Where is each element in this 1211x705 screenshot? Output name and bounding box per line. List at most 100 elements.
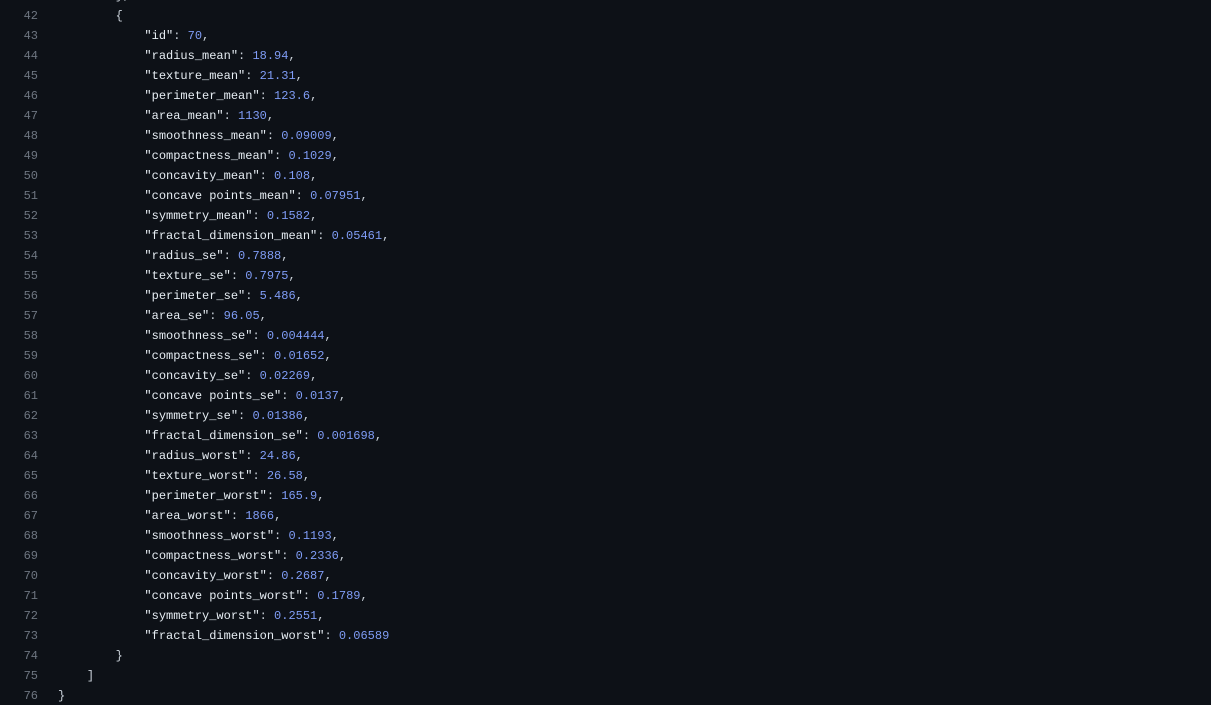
code-line[interactable]: 64 "radius_worst": 24.86, bbox=[0, 446, 1211, 466]
json-key: "radius_worst" bbox=[144, 449, 246, 463]
code-line[interactable]: 53 "fractal_dimension_mean": 0.05461, bbox=[0, 226, 1211, 246]
line-content: "fractal_dimension_worst": 0.06589 bbox=[38, 626, 389, 646]
code-line[interactable]: 74 } bbox=[0, 646, 1211, 666]
line-content: "concavity_se": 0.02269, bbox=[38, 366, 317, 386]
code-line[interactable]: 61 "concave points_se": 0.0137, bbox=[0, 386, 1211, 406]
bracket: } bbox=[115, 649, 123, 663]
code-line[interactable]: 48 "smoothness_mean": 0.09009, bbox=[0, 126, 1211, 146]
colon: : bbox=[302, 589, 318, 603]
json-key: "smoothness_mean" bbox=[144, 129, 267, 143]
line-content: "smoothness_mean": 0.09009, bbox=[38, 126, 338, 146]
code-line[interactable]: 60 "concavity_se": 0.02269, bbox=[0, 366, 1211, 386]
code-line[interactable]: 43 "id": 70, bbox=[0, 26, 1211, 46]
code-line[interactable]: 49 "compactness_mean": 0.1029, bbox=[0, 146, 1211, 166]
code-line[interactable]: 72 "symmetry_worst": 0.2551, bbox=[0, 606, 1211, 626]
colon: : bbox=[295, 189, 311, 203]
code-line[interactable]: 47 "area_mean": 1130, bbox=[0, 106, 1211, 126]
code-line[interactable]: 56 "perimeter_se": 5.486, bbox=[0, 286, 1211, 306]
json-number: 0.02269 bbox=[259, 369, 311, 383]
code-line[interactable]: 76} bbox=[0, 686, 1211, 705]
code-line[interactable]: 68 "smoothness_worst": 0.1193, bbox=[0, 526, 1211, 546]
code-editor[interactable]: 41 },42 {43 "id": 70,44 "radius_mean": 1… bbox=[0, 0, 1211, 705]
colon: : bbox=[238, 409, 253, 423]
json-key: "id" bbox=[144, 29, 174, 43]
json-number: 0.09009 bbox=[281, 129, 332, 143]
json-key: "compactness_mean" bbox=[144, 149, 275, 163]
code-line[interactable]: 55 "texture_se": 0.7975, bbox=[0, 266, 1211, 286]
line-number: 52 bbox=[23, 209, 38, 223]
colon: : bbox=[281, 389, 296, 403]
line-content: { bbox=[38, 6, 123, 26]
line-content: "radius_worst": 24.86, bbox=[38, 446, 302, 466]
code-line[interactable]: 52 "symmetry_mean": 0.1582, bbox=[0, 206, 1211, 226]
code-line[interactable]: 50 "concavity_mean": 0.108, bbox=[0, 166, 1211, 186]
json-key: "texture_se" bbox=[144, 269, 231, 283]
json-number: 165.9 bbox=[281, 489, 318, 503]
code-line[interactable]: 42 { bbox=[0, 6, 1211, 26]
code-line[interactable]: 51 "concave points_mean": 0.07951, bbox=[0, 186, 1211, 206]
json-key: "compactness_worst" bbox=[144, 549, 282, 563]
colon: : bbox=[252, 209, 267, 223]
code-line[interactable]: 57 "area_se": 96.05, bbox=[0, 306, 1211, 326]
punctuation: , bbox=[317, 489, 325, 503]
code-line[interactable]: 62 "symmetry_se": 0.01386, bbox=[0, 406, 1211, 426]
line-number: 71 bbox=[23, 589, 38, 603]
json-number: 0.001698 bbox=[317, 429, 375, 443]
code-line[interactable]: 66 "perimeter_worst": 165.9, bbox=[0, 486, 1211, 506]
json-number: 0.01652 bbox=[274, 349, 325, 363]
code-line[interactable]: 58 "smoothness_se": 0.004444, bbox=[0, 326, 1211, 346]
code-line[interactable]: 44 "radius_mean": 18.94, bbox=[0, 46, 1211, 66]
code-line[interactable]: 73 "fractal_dimension_worst": 0.06589 bbox=[0, 626, 1211, 646]
code-line[interactable]: 54 "radius_se": 0.7888, bbox=[0, 246, 1211, 266]
bracket: ] bbox=[86, 669, 95, 683]
punctuation: , bbox=[324, 349, 332, 363]
line-number: 50 bbox=[23, 169, 38, 183]
code-line[interactable]: 63 "fractal_dimension_se": 0.001698, bbox=[0, 426, 1211, 446]
code-line[interactable]: 45 "texture_mean": 21.31, bbox=[0, 66, 1211, 86]
code-line[interactable]: 65 "texture_worst": 26.58, bbox=[0, 466, 1211, 486]
code-line[interactable]: 67 "area_worst": 1866, bbox=[0, 506, 1211, 526]
punctuation: , bbox=[281, 249, 289, 263]
line-number: 42 bbox=[23, 9, 38, 23]
line-number: 48 bbox=[23, 129, 38, 143]
code-line[interactable]: 70 "concavity_worst": 0.2687, bbox=[0, 566, 1211, 586]
colon: : bbox=[281, 549, 296, 563]
colon: : bbox=[209, 309, 224, 323]
punctuation: , bbox=[331, 149, 339, 163]
code-line[interactable]: 71 "concave points_worst": 0.1789, bbox=[0, 586, 1211, 606]
line-number: 66 bbox=[23, 489, 38, 503]
colon: : bbox=[245, 289, 260, 303]
code-line[interactable]: 59 "compactness_se": 0.01652, bbox=[0, 346, 1211, 366]
line-number: 54 bbox=[23, 249, 38, 263]
line-number: 55 bbox=[23, 269, 38, 283]
line-number: 70 bbox=[23, 569, 38, 583]
line-content: "concavity_worst": 0.2687, bbox=[38, 566, 331, 586]
json-number: 0.108 bbox=[274, 169, 311, 183]
line-content: "symmetry_worst": 0.2551, bbox=[38, 606, 324, 626]
line-content: "fractal_dimension_mean": 0.05461, bbox=[38, 226, 389, 246]
code-line[interactable]: 69 "compactness_worst": 0.2336, bbox=[0, 546, 1211, 566]
code-line[interactable]: 75 ] bbox=[0, 666, 1211, 686]
json-number: 0.1193 bbox=[288, 529, 332, 543]
line-number: 56 bbox=[23, 289, 38, 303]
json-key: "perimeter_worst" bbox=[144, 489, 267, 503]
colon: : bbox=[245, 369, 260, 383]
line-content: "symmetry_mean": 0.1582, bbox=[38, 206, 317, 226]
json-number: 0.1029 bbox=[288, 149, 332, 163]
colon: : bbox=[259, 89, 275, 103]
json-number: 0.05461 bbox=[331, 229, 383, 243]
code-line[interactable]: 46 "perimeter_mean": 123.6, bbox=[0, 86, 1211, 106]
colon: : bbox=[259, 349, 275, 363]
json-key: "concavity_mean" bbox=[144, 169, 260, 183]
line-content: "texture_mean": 21.31, bbox=[38, 66, 302, 86]
